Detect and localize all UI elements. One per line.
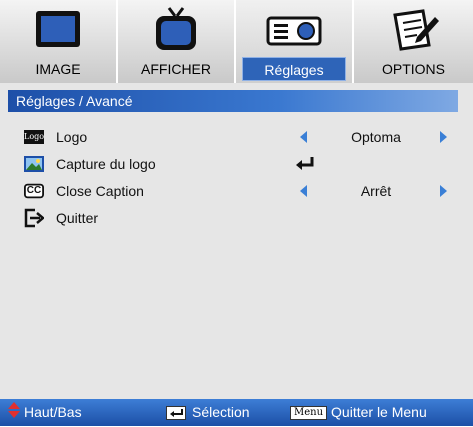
image-capture-icon <box>24 155 44 173</box>
tab-options-label: OPTIONS <box>381 61 445 77</box>
footer-select-label: Sélection <box>192 404 250 420</box>
menu-row-quitter[interactable]: Quitter <box>24 207 454 229</box>
logo-icon: Logo <box>24 128 44 146</box>
tab-image[interactable]: IMAGE <box>0 0 118 83</box>
tab-afficher-label: AFFICHER <box>141 61 211 77</box>
footer-menu-label: Quitter le Menu <box>331 404 427 420</box>
monitor-icon <box>0 6 116 54</box>
notepad-pen-icon <box>354 6 473 54</box>
enter-key-icon <box>166 406 186 421</box>
footer-menu: Menu Quitter le Menu <box>290 399 427 426</box>
logo-icon-text: Logo <box>24 132 45 141</box>
tab-reglages-label: Réglages <box>242 57 346 81</box>
tab-reglages[interactable]: Réglages <box>236 0 354 83</box>
close-caption-value: Arrêt <box>360 183 392 199</box>
tab-bar: IMAGE AFFICHER Réglages OPTIONS <box>0 0 473 83</box>
menu-key-icon: Menu <box>290 406 328 421</box>
arrow-right-icon[interactable] <box>440 185 447 197</box>
menu-row-label: Quitter <box>56 210 99 226</box>
menu-row-label: Logo <box>56 129 88 145</box>
footer-updown: Haut/Bas <box>8 399 82 426</box>
arrow-left-icon[interactable] <box>300 185 307 197</box>
up-down-arrows-icon <box>8 400 20 427</box>
menu-row-close-caption[interactable]: CC Close Caption Arrêt <box>24 180 454 202</box>
menu-row-label: Close Caption <box>56 183 144 199</box>
tv-icon <box>118 6 234 54</box>
menu-row-logo[interactable]: Logo Logo Optoma <box>24 126 454 148</box>
footer-updown-label: Haut/Bas <box>24 404 82 420</box>
footer-hint-bar: Haut/Bas Sélection Menu Quitter le Menu <box>0 399 473 426</box>
projector-icon <box>236 6 352 54</box>
logo-value: Optoma <box>351 129 401 145</box>
breadcrumb: Réglages / Avancé <box>8 90 458 112</box>
arrow-left-icon[interactable] <box>300 131 307 143</box>
arrow-right-icon[interactable] <box>440 131 447 143</box>
exit-icon <box>24 208 44 228</box>
closed-caption-icon-text: CC <box>26 185 42 196</box>
menu-row-capture-logo[interactable]: Capture du logo <box>24 153 454 175</box>
tab-image-label: IMAGE <box>35 61 81 77</box>
menu-row-label: Capture du logo <box>56 156 156 172</box>
tab-options[interactable]: OPTIONS <box>354 0 473 83</box>
closed-caption-icon: CC <box>24 182 44 200</box>
footer-select: Sélection <box>166 399 250 426</box>
osd-menu: IMAGE AFFICHER Réglages OPTIONS Réglages… <box>0 0 473 426</box>
tab-afficher[interactable]: AFFICHER <box>118 0 236 83</box>
enter-icon[interactable] <box>294 155 316 173</box>
